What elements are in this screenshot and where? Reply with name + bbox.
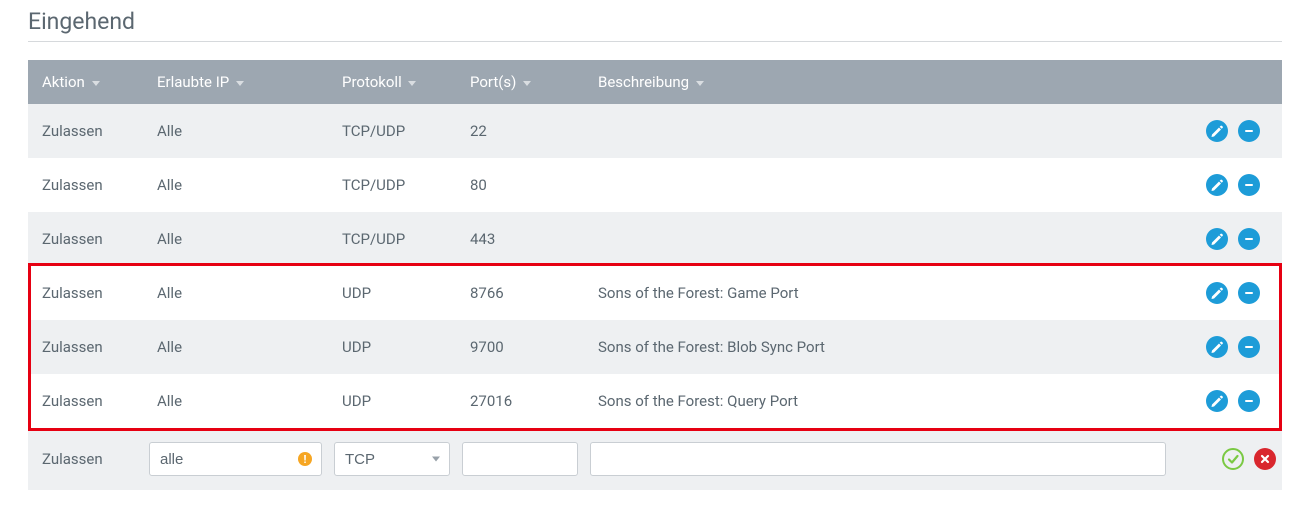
col-header-label: Port(s) — [470, 73, 516, 91]
col-header-aktion[interactable]: Aktion — [28, 60, 143, 104]
cell-beschreibung — [584, 428, 1172, 490]
section-title: Eingehend — [28, 8, 1282, 42]
cell-ports: 9700 — [456, 320, 584, 374]
cancel-button[interactable] — [1254, 448, 1276, 470]
cell-aktion: Zulassen — [28, 320, 143, 374]
allowed-ip-input[interactable] — [149, 442, 322, 476]
col-header-protokoll[interactable]: Protokoll — [328, 60, 456, 104]
confirm-button[interactable] — [1222, 448, 1244, 470]
edit-button[interactable] — [1206, 120, 1228, 142]
sort-caret-icon — [696, 81, 704, 86]
col-header-label: Protokoll — [342, 73, 402, 91]
table-header-row: Aktion Erlaubte IP Protokoll Port(s) Bes… — [28, 60, 1282, 104]
cell-ip: Alle — [143, 104, 328, 158]
col-header-beschreibung[interactable]: Beschreibung — [584, 60, 1172, 104]
cell-aktion: Zulassen — [28, 374, 143, 428]
description-input[interactable] — [590, 442, 1166, 476]
sort-caret-icon — [236, 81, 244, 86]
cell-protokoll: TCP/UDP — [328, 212, 456, 266]
col-header-label: Aktion — [42, 73, 85, 91]
cell-ports: 8766 — [456, 266, 584, 320]
cell-actions — [1172, 374, 1282, 428]
edit-button[interactable] — [1206, 336, 1228, 358]
cell-beschreibung — [584, 212, 1172, 266]
cell-ip: ! — [143, 428, 328, 490]
table-row: ZulassenAlleUDP8766Sons of the Forest: G… — [28, 266, 1282, 320]
cell-ip: Alle — [143, 212, 328, 266]
firewall-table-wrap: Aktion Erlaubte IP Protokoll Port(s) Bes… — [28, 60, 1282, 490]
col-header-ports[interactable]: Port(s) — [456, 60, 584, 104]
cell-actions — [1172, 158, 1282, 212]
cell-actions — [1172, 266, 1282, 320]
table-row: ZulassenAlleTCP/UDP22 — [28, 104, 1282, 158]
cell-ip: Alle — [143, 374, 328, 428]
delete-button[interactable] — [1238, 228, 1260, 250]
cell-actions — [1172, 212, 1282, 266]
delete-button[interactable] — [1238, 120, 1260, 142]
edit-button[interactable] — [1206, 228, 1228, 250]
cell-beschreibung — [584, 104, 1172, 158]
col-header-label: Erlaubte IP — [157, 73, 229, 91]
table-row: ZulassenAlleUDP9700Sons of the Forest: B… — [28, 320, 1282, 374]
cell-protokoll: TCP/UDP — [328, 104, 456, 158]
delete-button[interactable] — [1238, 336, 1260, 358]
cell-aktion: Zulassen — [28, 158, 143, 212]
cell-ip: Alle — [143, 320, 328, 374]
cell-aktion: Zulassen — [28, 104, 143, 158]
cell-actions — [1172, 428, 1282, 490]
cell-actions — [1172, 320, 1282, 374]
edit-button[interactable] — [1206, 282, 1228, 304]
warning-icon: ! — [298, 452, 312, 466]
new-rule-row: Zulassen ! — [28, 428, 1282, 490]
cell-ip: Alle — [143, 158, 328, 212]
edit-button[interactable] — [1206, 174, 1228, 196]
protocol-select[interactable] — [334, 442, 450, 476]
delete-button[interactable] — [1238, 174, 1260, 196]
firewall-table: Aktion Erlaubte IP Protokoll Port(s) Bes… — [28, 60, 1282, 490]
cell-ports — [456, 428, 584, 490]
cell-ports: 22 — [456, 104, 584, 158]
cell-aktion: Zulassen — [28, 428, 143, 490]
ports-input[interactable] — [462, 442, 578, 476]
edit-button[interactable] — [1206, 390, 1228, 412]
cell-protokoll: UDP — [328, 320, 456, 374]
delete-button[interactable] — [1238, 390, 1260, 412]
cell-protokoll: UDP — [328, 266, 456, 320]
cell-protokoll: TCP/UDP — [328, 158, 456, 212]
col-header-ip[interactable]: Erlaubte IP — [143, 60, 328, 104]
cell-aktion: Zulassen — [28, 266, 143, 320]
table-row: ZulassenAlleTCP/UDP443 — [28, 212, 1282, 266]
col-header-label: Beschreibung — [598, 73, 689, 91]
cell-ports: 27016 — [456, 374, 584, 428]
cell-actions — [1172, 104, 1282, 158]
cell-beschreibung: Sons of the Forest: Blob Sync Port — [584, 320, 1172, 374]
sort-caret-icon — [408, 81, 416, 86]
cell-beschreibung: Sons of the Forest: Game Port — [584, 266, 1172, 320]
col-header-actions — [1172, 60, 1282, 104]
sort-caret-icon — [92, 81, 100, 86]
cell-beschreibung: Sons of the Forest: Query Port — [584, 374, 1172, 428]
cell-aktion: Zulassen — [28, 212, 143, 266]
cell-ports: 443 — [456, 212, 584, 266]
delete-button[interactable] — [1238, 282, 1260, 304]
table-row: ZulassenAlleUDP27016Sons of the Forest: … — [28, 374, 1282, 428]
sort-caret-icon — [523, 81, 531, 86]
cell-protokoll: UDP — [328, 374, 456, 428]
cell-ip: Alle — [143, 266, 328, 320]
cell-beschreibung — [584, 158, 1172, 212]
cell-ports: 80 — [456, 158, 584, 212]
table-row: ZulassenAlleTCP/UDP80 — [28, 158, 1282, 212]
cell-protokoll — [328, 428, 456, 490]
